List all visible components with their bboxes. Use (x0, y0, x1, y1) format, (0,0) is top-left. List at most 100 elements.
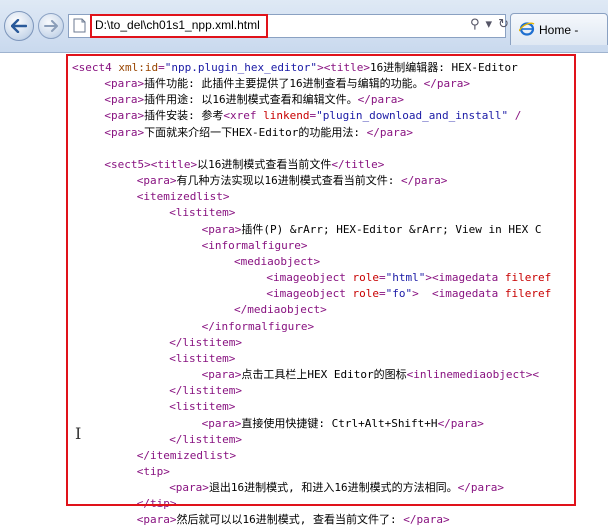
markup-segment: > (317, 61, 324, 74)
code-line: <para>有几种方法实现以16进制模式查看当前文件: </para> (137, 173, 448, 189)
markup-segment: <para> (104, 125, 145, 139)
code-line: </mediaobject> (234, 302, 327, 318)
text-segment: 退出16进制模式, 和进入16进制模式的方法相同。 (208, 481, 458, 495)
markup-segment: <para> (136, 513, 177, 527)
search-icon[interactable]: ⚲ (470, 17, 480, 32)
markup-segment: </itemizedlist> (136, 448, 237, 462)
markup-segment: fileref (504, 287, 552, 301)
markup-segment: > (425, 271, 432, 285)
code-line: </listitem> (169, 383, 242, 399)
markup-segment: fileref (504, 271, 552, 285)
code-line: <listitem> (169, 205, 235, 221)
markup-segment: </tip> (136, 497, 177, 511)
back-button[interactable] (4, 11, 34, 41)
markup-segment: </para> (457, 481, 505, 495)
code-line: <para>下面就来介绍一下HEX-Editor的功能用法: </para> (104, 125, 413, 141)
markup-segment: role (352, 287, 379, 301)
code-line: <imageobject role="html"><imagedata file… (266, 270, 551, 286)
code-line: <itemizedlist> (137, 189, 230, 205)
markup-segment: <inlinemediaobject>< (406, 368, 540, 382)
text-segment: 直接使用快捷键: Ctrl+Alt+Shift+H (241, 416, 438, 430)
markup-segment: <para> (201, 368, 242, 382)
code-line: <para>点击工具栏上HEX Editor的图标<inlinemediaobj… (202, 367, 539, 383)
markup-segment: </para> (357, 93, 404, 107)
markup-segment: linkend (263, 109, 310, 123)
tab-label: Home - (539, 23, 579, 37)
markup-segment: <sect4 (72, 61, 119, 74)
markup-segment: <mediaobject> (234, 254, 321, 268)
code-line: </listitem> (169, 335, 242, 351)
code-line: <sect4 xml:id="npp.plugin_hex_editor"><t… (72, 60, 518, 76)
markup-segment: </para> (423, 77, 470, 91)
markup-segment: <listitem> (169, 351, 236, 365)
markup-segment: <para> (169, 481, 209, 495)
back-arrow-icon (11, 19, 27, 33)
forward-button[interactable] (38, 13, 64, 39)
markup-segment: <informalfigure> (201, 238, 308, 252)
markup-segment: / (508, 109, 522, 123)
markup-segment: "plugin_download_and_install" (316, 109, 509, 123)
markup-segment: <xref (223, 109, 264, 123)
markup-segment: <itemizedlist> (136, 190, 230, 204)
text-segment: 以16进制模式查看当前文件 (197, 157, 332, 171)
markup-segment: </para> (437, 416, 484, 430)
markup-segment: <imagedata (431, 271, 505, 285)
text-segment: 插件安装: 参考 (144, 109, 224, 123)
forward-arrow-icon (44, 20, 58, 32)
markup-segment: </informalfigure> (201, 319, 315, 333)
text-segment: 然后就可以以16进制模式, 查看当前文件了: (176, 513, 404, 527)
markup-segment: <para> (104, 77, 145, 91)
markup-segment: </para> (403, 513, 450, 527)
markup-segment: </listitem> (169, 335, 243, 349)
markup-segment: <title> (323, 61, 371, 74)
markup-segment: <imagedata (431, 287, 505, 301)
markup-segment: </para> (401, 174, 448, 188)
markup-segment: </para> (366, 125, 413, 139)
markup-segment: <listitem> (169, 206, 236, 220)
code-line: </tip> (137, 496, 177, 512)
code-line: <para>插件安装: 参考<xref linkend="plugin_down… (104, 108, 521, 124)
markup-segment: xml:id (118, 61, 159, 74)
dropdown-icon[interactable]: ▾ (486, 17, 493, 32)
code-line: </listitem> (169, 432, 242, 448)
code-line: <tip> (137, 464, 170, 480)
text-segment: 有几种方法实现以16进制模式查看当前文件: (176, 174, 402, 188)
browser-toolbar: D:\to_del\ch01s1_npp.xml.html ⚲ ▾ ↻ ✕ Ho… (0, 0, 608, 53)
markup-segment: = (158, 61, 165, 74)
markup-segment: </title> (331, 157, 385, 171)
code-line: <para>插件功能: 此插件主要提供了16进制查看与编辑的功能。</para> (104, 76, 470, 92)
code-line: <para>插件(P) &rArr; HEX-Editor &rArr; Vie… (202, 222, 542, 238)
code-line: </informalfigure> (202, 319, 315, 335)
code-line: <para>退出16进制模式, 和进入16进制模式的方法相同。</para> (169, 480, 504, 496)
ie-icon (519, 22, 535, 36)
markup-segment: "npp.plugin_hex_editor" (164, 61, 318, 74)
markup-segment: = (378, 271, 386, 285)
markup-segment: "fo" (385, 287, 413, 301)
markup-segment: <tip> (136, 465, 170, 478)
markup-segment: <imageobject (266, 287, 353, 301)
tab-home[interactable]: Home - (510, 13, 608, 45)
markup-segment: > (412, 287, 432, 301)
code-line: <para>插件用途: 以16进制模式查看和编辑文件。</para> (104, 92, 404, 108)
markup-segment: <imageobject (266, 271, 353, 285)
text-segment: 插件(P) &rArr; HEX-Editor &rArr; View in H… (241, 222, 542, 236)
markup-segment: role (352, 271, 379, 285)
page-content: <sect4 xml:id="npp.plugin_hex_editor"><t… (0, 52, 608, 530)
markup-segment: <para> (136, 174, 177, 188)
code-line: <listitem> (169, 351, 235, 367)
code-line: <sect5><title>以16进制模式查看当前文件</title> (104, 157, 384, 173)
markup-segment: </listitem> (169, 432, 243, 446)
markup-segment: <para> (201, 222, 242, 236)
text-segment: 点击工具栏上HEX Editor的图标 (241, 368, 407, 382)
markup-segment: </listitem> (169, 384, 243, 398)
address-highlight-box (90, 14, 268, 38)
code-line: <mediaobject> (234, 254, 320, 270)
markup-segment: <listitem> (169, 400, 236, 414)
markup-segment: <title> (150, 157, 198, 171)
markup-segment: <para> (104, 93, 145, 107)
code-line: </itemizedlist> (137, 448, 236, 464)
refresh-icon[interactable]: ↻ (498, 17, 509, 32)
text-segment: 插件功能: 此插件主要提供了16进制查看与编辑的功能。 (144, 77, 424, 91)
markup-segment: <para> (104, 109, 145, 123)
text-segment: 下面就来介绍一下HEX-Editor的功能用法: (144, 125, 367, 139)
